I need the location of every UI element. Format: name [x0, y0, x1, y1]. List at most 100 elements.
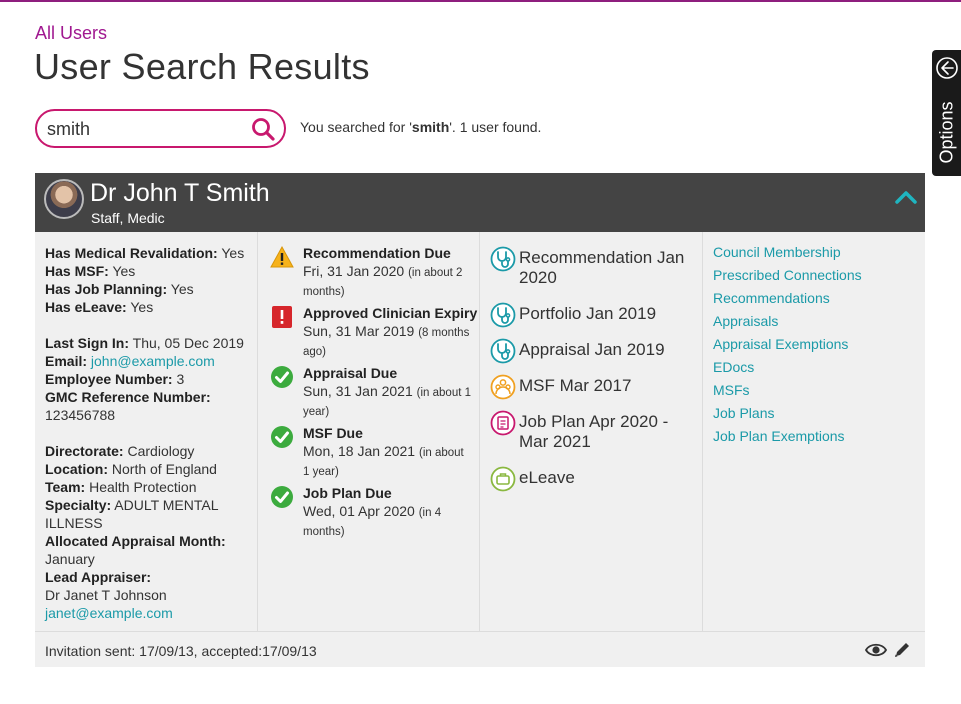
link-edocs[interactable]: EDocs	[713, 356, 925, 379]
detail-job-planning: Has Job Planning: Yes	[45, 280, 257, 298]
stethoscope-icon	[490, 302, 516, 328]
chevron-up-icon[interactable]	[895, 189, 917, 205]
alert-title: Recommendation Due	[303, 245, 451, 261]
portfolio-label: Job Plan Apr 2020 - Mar 2021	[519, 412, 669, 451]
pencil-icon[interactable]	[893, 641, 911, 659]
check-icon	[271, 366, 293, 388]
detail-msf: Has MSF: Yes	[45, 262, 257, 280]
user-card: Dr John T Smith Staff, Medic Has Medical…	[35, 173, 925, 667]
alert-date: Wed, 01 Apr 2020	[303, 503, 415, 519]
summary-prefix: You searched for '	[300, 119, 412, 135]
user-links-column: Council Membership Prescribed Connection…	[703, 232, 925, 631]
portfolio-label: eLeave	[519, 468, 575, 487]
detail-employee-number: Employee Number: 3	[45, 370, 257, 388]
suitcase-icon	[490, 466, 516, 492]
summary-suffix: '. 1 user found.	[449, 119, 542, 135]
detail-team: Team: Health Protection	[45, 478, 257, 496]
link-prescribed-connections[interactable]: Prescribed Connections	[713, 264, 925, 287]
user-name[interactable]: Dr John T Smith	[90, 179, 270, 208]
alert-text: Sun, 31 Mar 2019 (8 months ago)	[303, 323, 473, 361]
lead-appraiser-email-link[interactable]: janet@example.com	[45, 605, 173, 621]
link-appraisal-exemptions[interactable]: Appraisal Exemptions	[713, 333, 925, 356]
detail-label: Last Sign In:	[45, 335, 129, 351]
clipboard-icon	[490, 410, 516, 436]
detail-value: North of England	[111, 461, 217, 477]
alert-text: Sun, 31 Jan 2021 (in about 1 year)	[303, 383, 473, 421]
check-icon	[271, 426, 293, 448]
page-title: User Search Results	[34, 46, 370, 87]
detail-value: Yes	[112, 263, 136, 279]
detail-value: 123456788	[45, 407, 116, 423]
alert-title: Approved Clinician Expiry	[303, 305, 478, 321]
detail-directorate: Directorate: Cardiology	[45, 442, 257, 460]
portfolio-label: Recommendation Jan 2020	[519, 248, 685, 287]
portfolio-label: Portfolio Jan 2019	[519, 304, 657, 323]
detail-label: Has eLeave:	[45, 299, 127, 315]
detail-label: Email:	[45, 353, 88, 369]
detail-value: Yes	[170, 281, 194, 297]
link-council-membership[interactable]: Council Membership	[713, 241, 925, 264]
detail-label: GMC Reference Number:	[45, 389, 211, 405]
detail-value: Dr Janet T Johnson	[45, 587, 167, 603]
alert-title: Appraisal Due	[303, 365, 398, 381]
link-job-plan-exemptions[interactable]: Job Plan Exemptions	[713, 425, 925, 448]
link-msfs[interactable]: MSFs	[713, 379, 925, 402]
detail-value: Health Protection	[89, 479, 197, 495]
link-job-plans[interactable]: Job Plans	[713, 402, 925, 425]
alert-title: MSF Due	[303, 425, 363, 441]
detail-value: 3	[176, 371, 185, 387]
alerts-column: Recommendation Due Fri, 31 Jan 2020 (in …	[258, 232, 480, 631]
error-icon	[272, 306, 292, 328]
detail-label: Lead Appraiser:	[45, 569, 152, 585]
detail-label: Employee Number:	[45, 371, 173, 387]
detail-label: Has Medical Revalidation:	[45, 245, 218, 261]
alert-date: Fri, 31 Jan 2020	[303, 263, 405, 279]
detail-label: Has Job Planning:	[45, 281, 168, 297]
email-link[interactable]: john@example.com	[91, 353, 215, 369]
options-panel-toggle[interactable]: Options	[932, 50, 961, 176]
alert-date: Mon, 18 Jan 2021	[303, 443, 416, 459]
search-icon[interactable]	[250, 116, 276, 142]
detail-label: Team:	[45, 479, 86, 495]
detail-label: Location:	[45, 461, 108, 477]
detail-label: Allocated Appraisal Month:	[45, 533, 226, 549]
options-label: Options	[936, 101, 957, 164]
search-box	[35, 109, 286, 148]
invitation-status: Invitation sent: 17/09/13, accepted:17/0…	[45, 643, 317, 659]
check-icon	[271, 486, 293, 508]
stethoscope-icon	[490, 338, 516, 364]
detail-value: Yes	[221, 245, 245, 261]
breadcrumb-all-users[interactable]: All Users	[35, 23, 107, 44]
user-role: Staff, Medic	[91, 210, 165, 226]
alert-title: Job Plan Due	[303, 485, 392, 501]
user-card-header: Dr John T Smith Staff, Medic	[35, 173, 925, 232]
portfolio-label: MSF Mar 2017	[519, 376, 632, 395]
link-appraisals[interactable]: Appraisals	[713, 310, 925, 333]
detail-value: January	[45, 551, 95, 567]
detail-eleave: Has eLeave: Yes	[45, 298, 257, 316]
avatar	[44, 179, 84, 219]
arrow-left-circle-icon	[936, 57, 958, 79]
portfolio-label: Appraisal Jan 2019	[519, 340, 665, 359]
detail-label: Has MSF:	[45, 263, 109, 279]
detail-last-sign-in: Last Sign In: Thu, 05 Dec 2019	[45, 334, 257, 352]
portfolio-column: Recommendation Jan 2020 Portfolio Jan 20…	[480, 232, 703, 631]
search-input[interactable]	[47, 118, 247, 140]
alert-text: Wed, 01 Apr 2020 (in 4 months)	[303, 503, 473, 541]
detail-gmc: GMC Reference Number: 123456788	[45, 388, 257, 424]
eye-icon[interactable]	[865, 641, 887, 659]
stethoscope-icon	[490, 246, 516, 272]
detail-label: Specialty:	[45, 497, 112, 513]
warning-icon	[270, 245, 294, 268]
user-card-footer: Invitation sent: 17/09/13, accepted:17/0…	[35, 631, 925, 667]
detail-appraisal-month: Allocated Appraisal Month: January	[45, 532, 257, 568]
summary-term: smith	[411, 119, 450, 135]
detail-value: Thu, 05 Dec 2019	[132, 335, 244, 351]
alert-date: Sun, 31 Mar 2019	[303, 323, 415, 339]
detail-location: Location: North of England	[45, 460, 257, 478]
people-icon	[490, 374, 516, 400]
detail-label: Directorate:	[45, 443, 124, 459]
alert-text: Fri, 31 Jan 2020 (in about 2 months)	[303, 263, 473, 301]
detail-revalidation: Has Medical Revalidation: Yes	[45, 244, 257, 262]
link-recommendations[interactable]: Recommendations	[713, 287, 925, 310]
